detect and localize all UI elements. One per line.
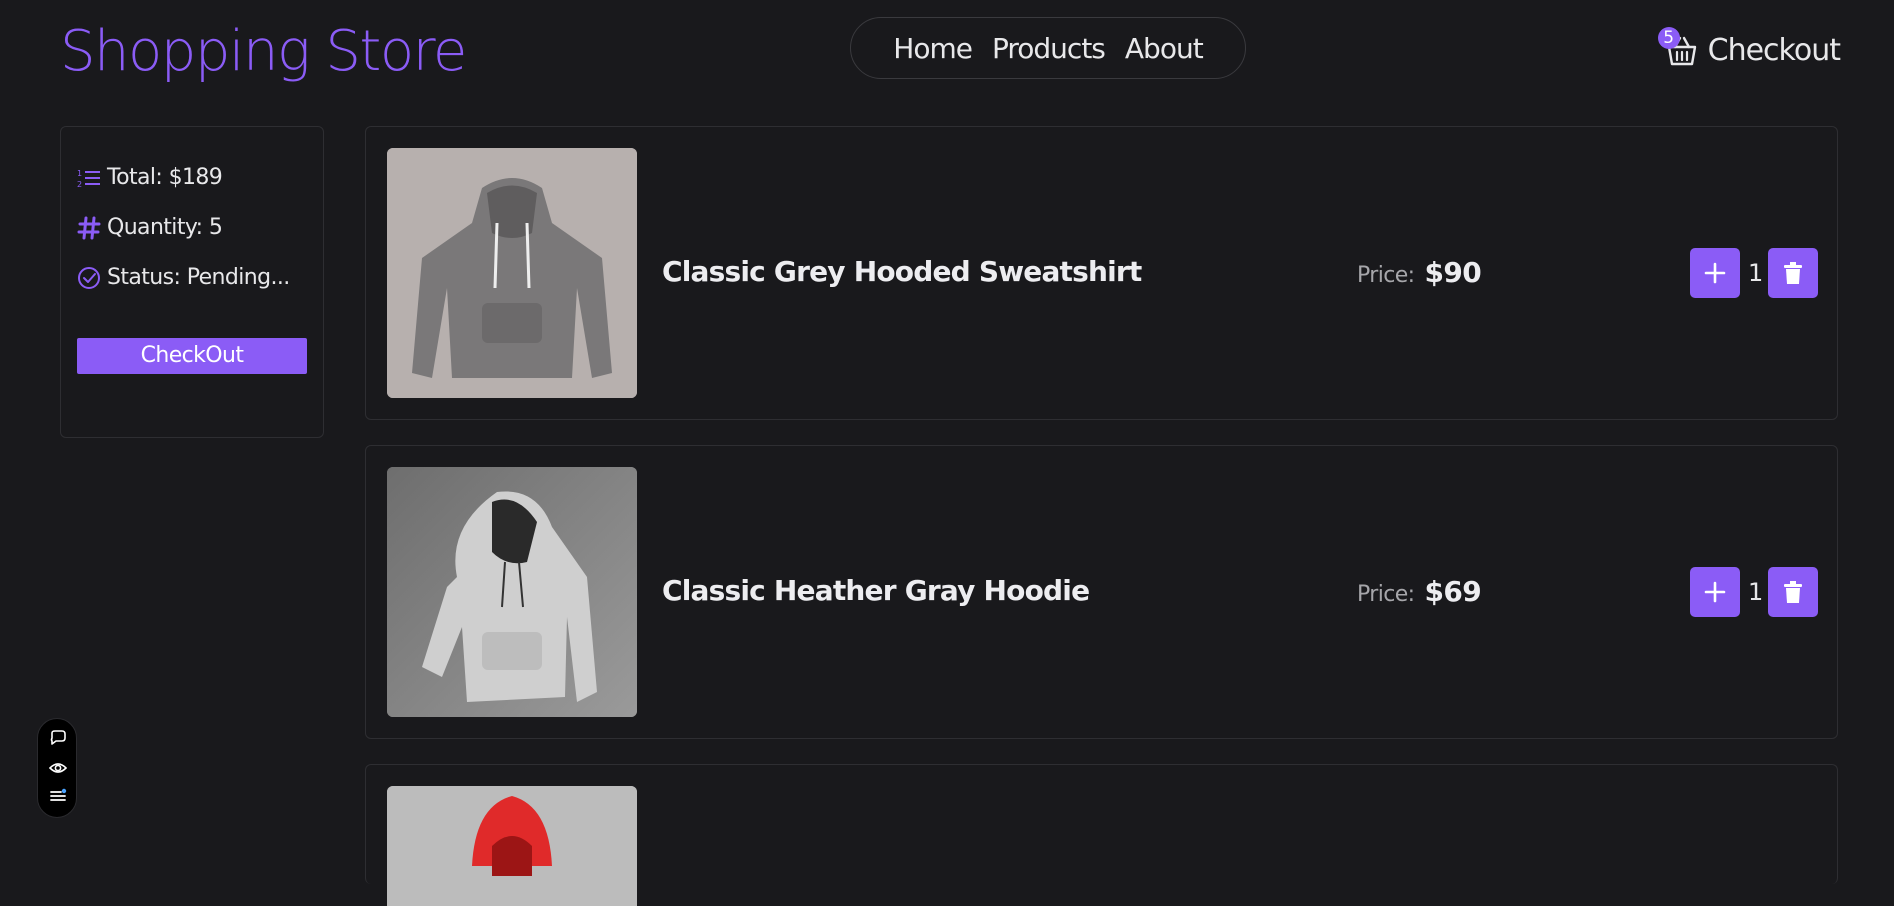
trash-icon	[1784, 581, 1802, 603]
price-label: Price:	[1357, 263, 1415, 288]
cart-checkout-link[interactable]: 5 Checkout	[1657, 24, 1841, 76]
floating-toolbar	[37, 718, 77, 818]
product-card: Classic Grey Hooded Sweatshirt Price: $9…	[365, 126, 1838, 420]
product-title: Classic Grey Hooded Sweatshirt	[662, 255, 1142, 288]
summary-quantity-text: Quantity: 5	[107, 215, 223, 240]
quantity-value: 1	[1748, 259, 1764, 287]
trash-icon	[1784, 262, 1802, 284]
basket-icon: 5	[1657, 27, 1698, 67]
checkout-button[interactable]: CheckOut	[77, 338, 307, 374]
summary-quantity: Quantity: 5	[77, 215, 223, 240]
product-title: Classic Heather Gray Hoodie	[662, 574, 1090, 607]
product-image-grey-hoodie[interactable]	[387, 148, 637, 398]
price-label: Price:	[1357, 582, 1415, 607]
plus-icon	[1704, 262, 1726, 284]
menu-icon[interactable]	[49, 787, 67, 805]
summary-total-text: Total: $189	[107, 165, 223, 190]
product-price: Price: $69	[1357, 573, 1482, 614]
order-summary-panel: 1 2 Total: $189 Quantity: 5 Status: Pend…	[60, 126, 324, 438]
cart-label: Checkout	[1707, 32, 1841, 68]
svg-text:2: 2	[77, 180, 82, 189]
increase-quantity-button[interactable]	[1690, 248, 1740, 298]
increase-quantity-button[interactable]	[1690, 567, 1740, 617]
delete-item-button[interactable]	[1768, 567, 1818, 617]
summary-status-text: Status: Pending...	[107, 265, 290, 290]
eye-icon[interactable]	[49, 759, 67, 777]
comment-icon[interactable]	[49, 729, 67, 747]
price-value: $69	[1424, 575, 1482, 608]
svg-text:1: 1	[77, 169, 82, 178]
hash-icon	[77, 216, 101, 240]
brand-logo[interactable]: Shopping Store	[60, 16, 467, 88]
price-value: $90	[1424, 256, 1482, 289]
product-image-heather-hoodie[interactable]	[387, 467, 637, 717]
product-card	[365, 764, 1838, 906]
main-nav: Home Products About	[850, 17, 1246, 79]
product-card: Classic Heather Gray Hoodie Price: $69 1	[365, 445, 1838, 739]
product-price: Price: $90	[1357, 254, 1482, 295]
delete-item-button[interactable]	[1768, 248, 1818, 298]
quantity-value: 1	[1748, 578, 1764, 606]
nav-products[interactable]: Products	[992, 32, 1106, 65]
nav-home[interactable]: Home	[893, 32, 973, 65]
product-image-red-hoodie[interactable]	[387, 786, 637, 906]
check-circle-icon	[77, 266, 101, 290]
cart-count-badge: 5	[1657, 27, 1680, 49]
quantity-controls: 1	[1690, 567, 1818, 617]
summary-total: 1 2 Total: $189	[77, 165, 223, 190]
plus-icon	[1704, 581, 1726, 603]
quantity-controls: 1	[1690, 248, 1818, 298]
nav-about[interactable]: About	[1125, 32, 1204, 65]
ordered-list-icon: 1 2	[77, 166, 101, 190]
summary-status: Status: Pending...	[77, 265, 290, 290]
